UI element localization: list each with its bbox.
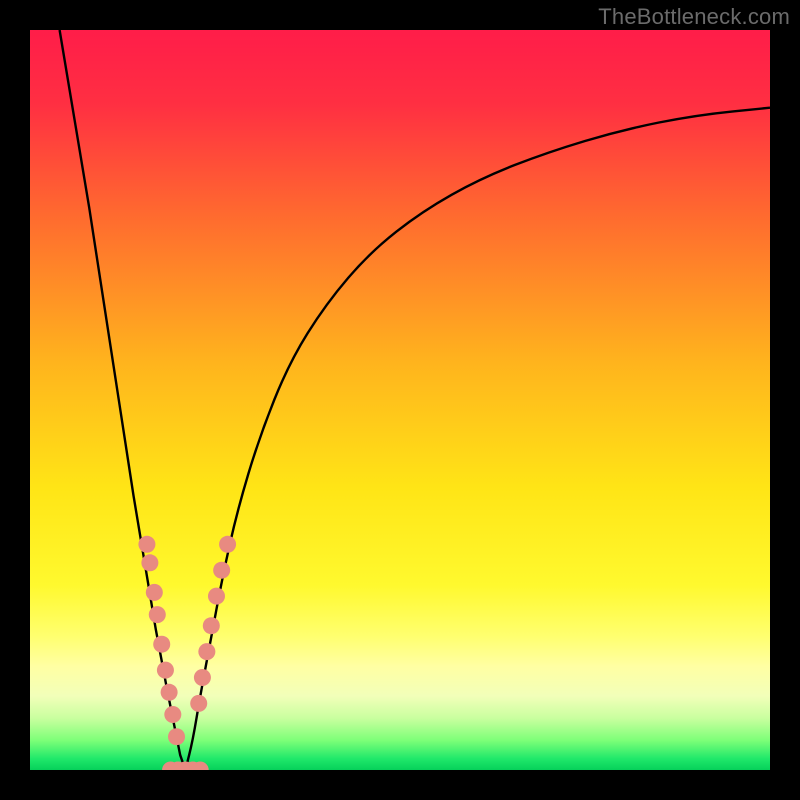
curve-markers — [138, 536, 236, 770]
marker-dot — [153, 636, 170, 653]
marker-dot — [138, 536, 155, 553]
marker-dot — [203, 617, 220, 634]
marker-dot — [198, 643, 215, 660]
marker-dot — [219, 536, 236, 553]
bottleneck-curve — [30, 30, 770, 770]
marker-dot — [157, 662, 174, 679]
marker-dot — [213, 562, 230, 579]
marker-dot — [146, 584, 163, 601]
plot-area — [30, 30, 770, 770]
marker-dot — [190, 695, 207, 712]
watermark-text: TheBottleneck.com — [598, 4, 790, 30]
marker-dot — [161, 684, 178, 701]
curve-path — [60, 30, 770, 770]
marker-dot — [208, 588, 225, 605]
marker-dot — [194, 669, 211, 686]
chart-frame: TheBottleneck.com — [0, 0, 800, 800]
marker-dot — [168, 728, 185, 745]
marker-dot — [149, 606, 166, 623]
marker-dot — [141, 554, 158, 571]
marker-dot — [164, 706, 181, 723]
